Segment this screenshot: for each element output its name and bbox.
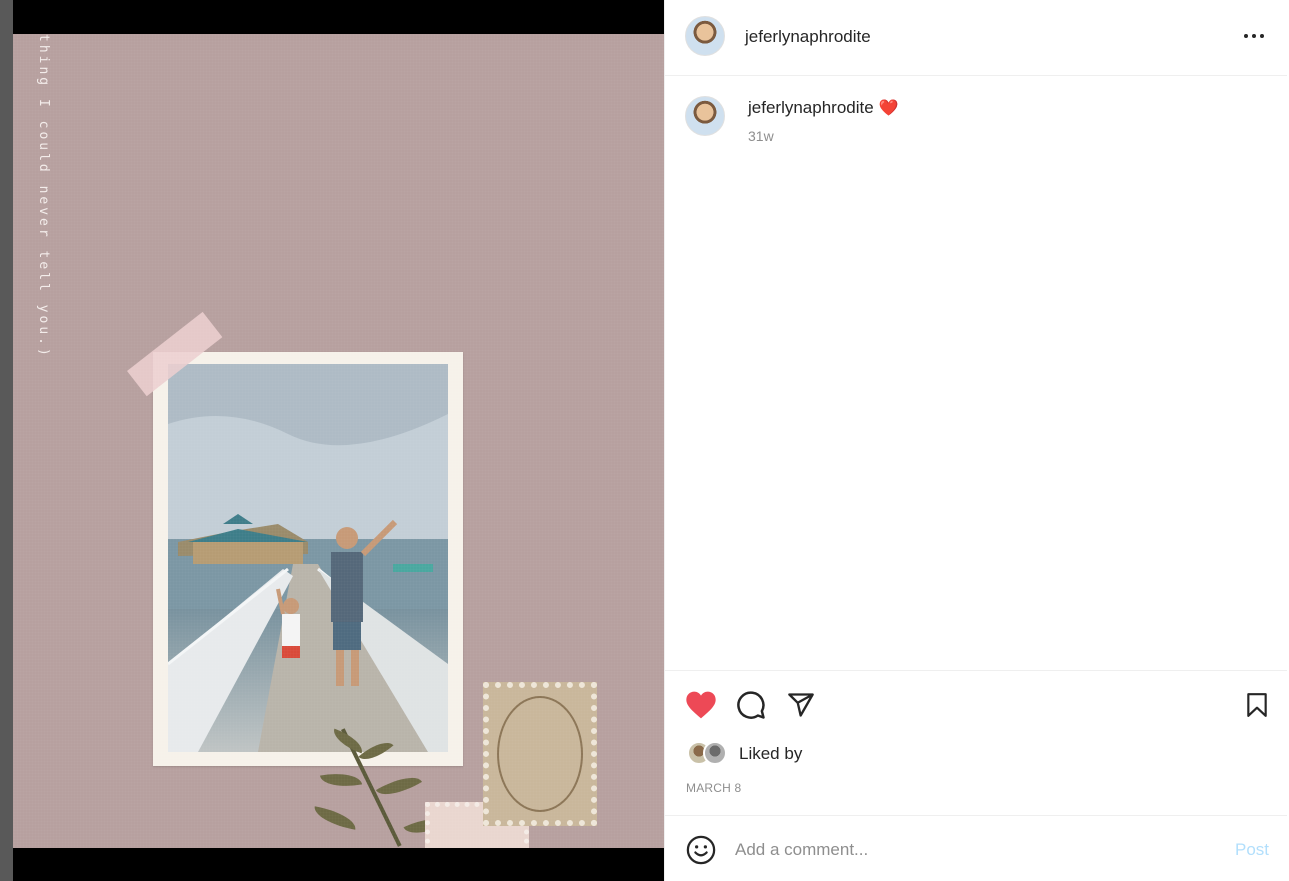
comment-button[interactable]	[734, 688, 768, 722]
comment-bar: Post	[665, 816, 1287, 881]
caption-username-link[interactable]: jeferlynaphrodite	[748, 98, 874, 117]
post-comment-button[interactable]: Post	[1235, 840, 1269, 860]
comment-icon	[737, 691, 765, 719]
smiley-icon	[686, 835, 716, 865]
like-button[interactable]	[684, 688, 718, 722]
author-username[interactable]: jeferlynaphrodite	[745, 27, 871, 47]
post-media[interactable]: thing I could never tell you.)	[13, 0, 664, 881]
post-sidebar: jeferlynaphrodite jeferlynaphrodite ❤️ 3…	[664, 0, 1289, 881]
more-options-button[interactable]	[1242, 24, 1266, 48]
bookmark-icon	[1247, 693, 1267, 717]
leaf	[311, 806, 359, 830]
liker-avatar	[703, 741, 727, 765]
comment-input[interactable]	[735, 838, 1215, 862]
liked-by-avatars[interactable]	[687, 741, 735, 765]
postage-stamp	[483, 682, 597, 826]
save-button[interactable]	[1240, 688, 1274, 722]
media-letterbox-bottom	[13, 848, 664, 881]
instagram-post-modal: thing I could never tell you.) jeferlyna…	[0, 0, 1289, 881]
heart-filled-icon	[686, 691, 716, 719]
post-image: thing I could never tell you.)	[13, 34, 664, 848]
post-date[interactable]: MARCH 8	[686, 781, 741, 795]
emoji-button[interactable]	[684, 833, 718, 867]
pier-photo	[168, 364, 448, 752]
leaf	[375, 768, 423, 804]
liked-by-text[interactable]: Liked by	[739, 744, 802, 764]
polaroid-frame	[153, 352, 463, 766]
backdrop-strip	[0, 0, 13, 881]
heart-emoji: ❤️	[878, 98, 899, 117]
stamp-portrait-oval	[497, 696, 583, 812]
caption-username: jeferlynaphrodite ❤️	[748, 98, 898, 118]
caption-timestamp[interactable]: 31w	[748, 128, 774, 144]
leaf	[319, 768, 363, 792]
pier-photo-illustration	[168, 364, 448, 752]
more-horizontal-icon	[1242, 34, 1266, 38]
share-button[interactable]	[784, 688, 818, 722]
send-icon	[788, 693, 814, 717]
author-avatar[interactable]	[685, 16, 725, 56]
post-header: jeferlynaphrodite	[665, 0, 1287, 76]
caption-avatar[interactable]	[685, 96, 725, 136]
post-actions: Liked by MARCH 8	[665, 670, 1287, 816]
image-vertical-text: thing I could never tell you.)	[36, 34, 51, 359]
